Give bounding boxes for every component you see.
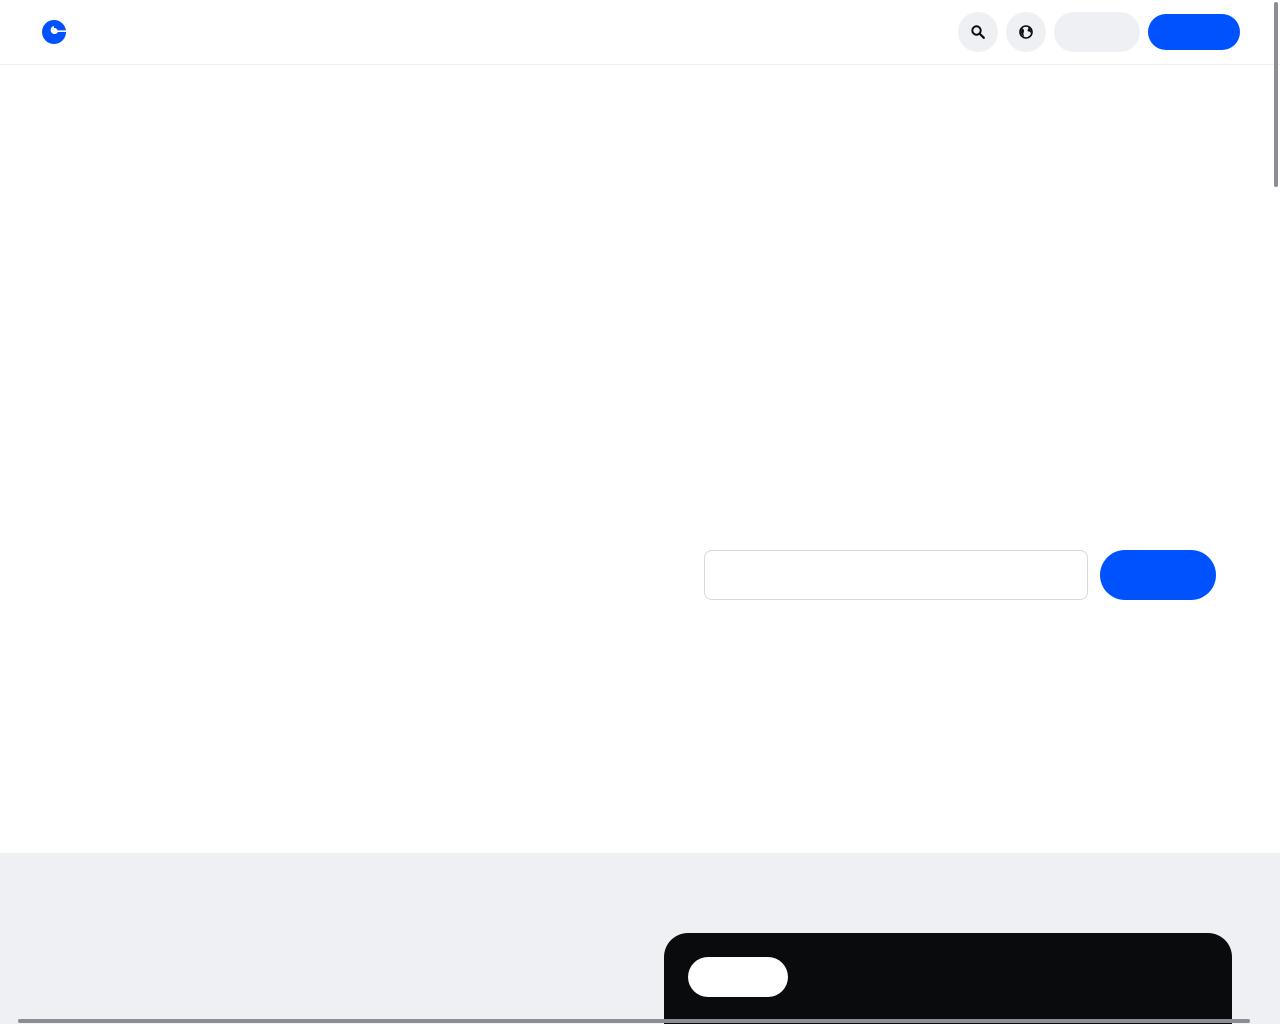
search-button[interactable]	[958, 12, 998, 52]
coinbase-c-logo-icon	[42, 19, 66, 44]
sign-up-button[interactable]	[1148, 14, 1240, 50]
globe-icon	[1019, 25, 1033, 39]
sign-in-button[interactable]	[1054, 12, 1140, 52]
get-started-button[interactable]	[1100, 550, 1216, 600]
vertical-scrollbar[interactable]	[1274, 2, 1278, 187]
language-button[interactable]	[1006, 12, 1046, 52]
search-icon	[971, 25, 985, 39]
top-navigation-bar	[0, 0, 1280, 65]
coinbase-logo-icon[interactable]	[42, 19, 66, 44]
email-input[interactable]	[704, 550, 1088, 600]
horizontal-scrollbar[interactable]	[18, 1019, 1250, 1023]
card-pill-button[interactable]	[688, 957, 788, 997]
